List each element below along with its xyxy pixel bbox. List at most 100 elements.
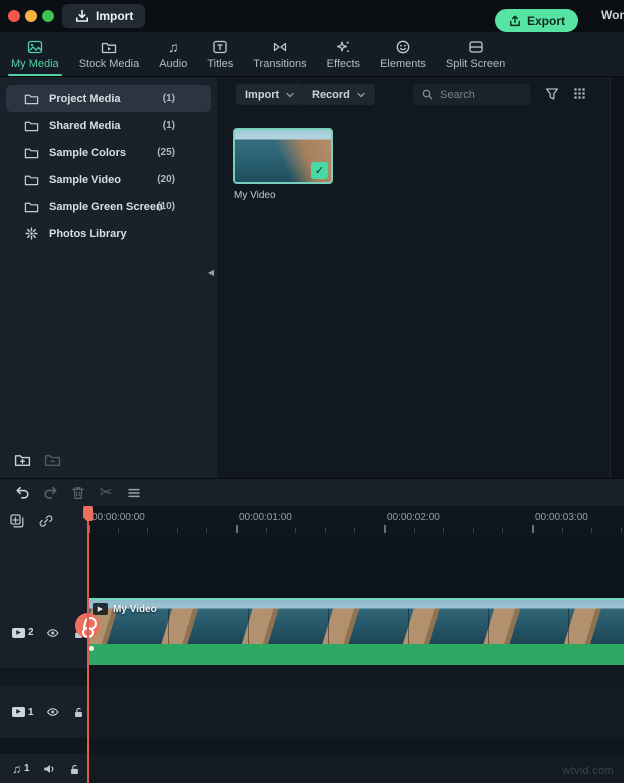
split-rect-icon: [468, 39, 484, 55]
tab-elements[interactable]: Elements: [375, 32, 431, 76]
folder-icon: [24, 199, 39, 214]
music-notes-icon: ♫: [168, 38, 179, 55]
sidebar-item-label: Photos Library: [49, 227, 127, 240]
import-button-label: Import: [96, 9, 134, 23]
sidebar-item-label: Sample Green Screen: [49, 200, 163, 213]
sidebar-item-label: Project Media: [49, 92, 121, 105]
close-window-button[interactable]: [8, 10, 20, 22]
tab-stock-media[interactable]: Stock Media: [74, 32, 145, 76]
track-visibility-toggle[interactable]: [46, 626, 60, 640]
track-number: 2: [28, 627, 34, 638]
video-track-1-row: ▶ 1: [0, 686, 624, 738]
sidebar-item-sample-green-screen[interactable]: Sample Green Screen (10): [6, 193, 211, 220]
tab-label: Stock Media: [78, 57, 140, 70]
sidebar-item-sample-video[interactable]: Sample Video (20): [6, 166, 211, 193]
sidebar-item-label: Sample Colors: [49, 146, 127, 159]
bowtie-icon: [272, 39, 288, 55]
tab-label: Split Screen: [445, 57, 506, 70]
zoom-window-button[interactable]: [42, 10, 54, 22]
keyframe-dot[interactable]: [89, 646, 94, 651]
clip-filmstrip: [88, 600, 624, 644]
redo-button[interactable]: [36, 484, 64, 501]
sidebar-item-sample-colors[interactable]: Sample Colors (25): [6, 139, 211, 166]
delete-button[interactable]: [64, 485, 92, 501]
search-input[interactable]: [440, 88, 522, 101]
timeline-panel: ✂ 00:00:00:00 00:00:01:00 00:00:02:00 00…: [0, 478, 624, 783]
track-visibility-toggle[interactable]: [46, 705, 60, 719]
video-track-2-lane: ▶ My Video: [75, 597, 624, 668]
folder-icon: [24, 145, 39, 160]
clip-label: ▶ My Video: [93, 603, 157, 615]
import-media-button[interactable]: Import: [62, 4, 146, 28]
ruler-timestamp: 00:00:03:00: [535, 512, 588, 523]
tab-split-screen[interactable]: Split Screen: [441, 32, 510, 76]
timeline-empty-row: [0, 535, 624, 597]
preview-panel-edge: [610, 77, 624, 478]
search-icon: [421, 88, 434, 101]
clip-audio-strip: [88, 644, 624, 665]
timeline-ruler[interactable]: 00:00:00:00 00:00:01:00 00:00:02:00 00:0…: [88, 506, 624, 535]
render-settings-button[interactable]: [120, 485, 148, 501]
sidebar-item-count: (20): [157, 174, 175, 185]
new-folder-button[interactable]: [14, 451, 31, 468]
split-scissors-button[interactable]: ✂: [92, 485, 120, 500]
track-lock-toggle[interactable]: [72, 705, 85, 719]
playhead-flag[interactable]: [83, 506, 93, 521]
tab-label: Elements: [380, 57, 426, 70]
tab-label: Titles: [207, 57, 234, 70]
track-1-controls: ▶ 1: [0, 686, 88, 738]
ruler-timestamp: 00:00:02:00: [387, 512, 440, 523]
sidebar-item-count: (10): [157, 201, 175, 212]
sidebar-item-photos-library[interactable]: Photos Library: [6, 220, 211, 247]
media-import-dropdown[interactable]: Import: [236, 84, 305, 105]
track-gap: [0, 738, 624, 754]
tab-label: My Media: [11, 57, 59, 70]
collapse-sidebar-arrow[interactable]: ◀: [205, 264, 217, 280]
image-icon: [27, 39, 43, 55]
track-number: 1: [28, 706, 34, 718]
search-box: [413, 84, 530, 105]
ruler-timestamp: 00:00:00:00: [92, 512, 145, 523]
timeline-toolbar: ✂: [0, 478, 624, 506]
tab-my-media[interactable]: My Media: [6, 32, 64, 76]
watermark: wtvid.com: [562, 765, 614, 777]
tab-transitions[interactable]: Transitions: [248, 32, 311, 76]
track-number: 1: [24, 763, 30, 774]
audio-track-controls: ♫ 1: [0, 754, 88, 783]
media-sidebar: Project Media (1) Shared Media (1) Sampl…: [0, 77, 217, 478]
timeline-header-tools: [0, 506, 88, 535]
record-dropdown[interactable]: Record: [303, 84, 375, 105]
import-icon: [76, 9, 88, 22]
checkmark-badge: ✓: [311, 162, 328, 179]
snapshot-copy-button[interactable]: [9, 513, 25, 529]
link-clips-button[interactable]: [38, 513, 54, 529]
playhead[interactable]: [83, 506, 93, 783]
sparkle-icon: [335, 39, 351, 55]
media-item-thumbnail[interactable]: ✓: [233, 128, 333, 184]
sidebar-item-shared-media[interactable]: Shared Media (1): [6, 112, 211, 139]
track-mute-toggle[interactable]: [42, 762, 56, 776]
export-button-label: Export: [526, 13, 565, 28]
tab-effects[interactable]: Effects: [322, 32, 365, 76]
undo-button[interactable]: [8, 484, 36, 501]
empty-lane: [88, 535, 624, 597]
timeline-clip-my-video[interactable]: ▶ My Video: [75, 598, 624, 665]
minimize-window-button[interactable]: [25, 10, 37, 22]
sidebar-folder-list: Project Media (1) Shared Media (1) Sampl…: [0, 77, 217, 247]
audio-track-1-lane: [88, 754, 624, 783]
sidebar-item-project-media[interactable]: Project Media (1): [6, 85, 211, 112]
tab-titles[interactable]: Titles: [202, 32, 238, 76]
grid-view-button[interactable]: [572, 86, 587, 101]
main-tab-bar: My Media Stock Media ♫ Audio Titles Tran…: [0, 32, 624, 77]
tab-audio[interactable]: ♫ Audio: [154, 32, 192, 76]
text-box-icon: [212, 39, 228, 55]
folder-icon: [24, 118, 39, 133]
track-lock-toggle[interactable]: [68, 762, 81, 776]
track-gap: [0, 668, 624, 686]
video-track-icon: ▶ 1: [12, 707, 34, 718]
filter-funnel-button[interactable]: [544, 86, 560, 102]
export-button[interactable]: Export: [494, 9, 578, 32]
sidebar-item-label: Sample Video: [49, 173, 121, 186]
chevron-down-icon: [285, 90, 295, 100]
delete-folder-button[interactable]: [44, 451, 61, 468]
